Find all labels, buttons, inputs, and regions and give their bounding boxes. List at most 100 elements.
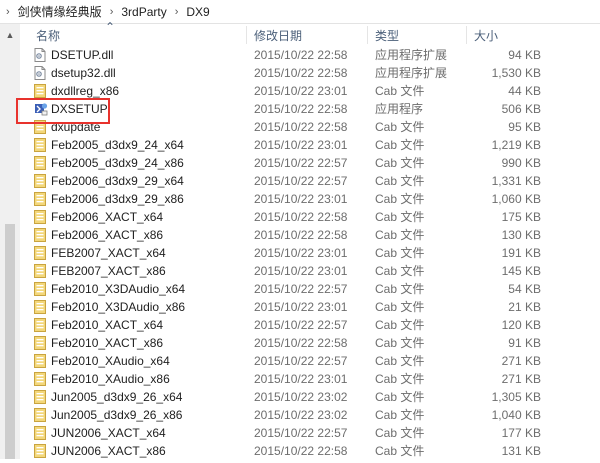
file-name: FEB2007_XACT_x86 bbox=[51, 264, 166, 278]
column-divider[interactable] bbox=[246, 26, 247, 44]
file-size: 1,305 KB bbox=[491, 390, 541, 404]
file-name: Feb2010_X3DAudio_x64 bbox=[51, 282, 186, 296]
cab-file-icon bbox=[34, 300, 46, 314]
cab-file-icon bbox=[34, 228, 46, 242]
file-name: Feb2010_XACT_x86 bbox=[51, 336, 164, 350]
file-modified-date: 2015/10/22 23:01 bbox=[254, 264, 348, 278]
column-header-size[interactable]: 大小 bbox=[474, 27, 498, 44]
file-modified-date: 2015/10/22 22:57 bbox=[254, 156, 348, 170]
breadcrumb-separator-icon: › bbox=[174, 5, 179, 18]
file-modified-date: 2015/10/22 23:02 bbox=[254, 390, 348, 404]
file-row[interactable]: Feb2010_XACT_x86 2015/10/22 22:58 Cab 文件 91… bbox=[20, 334, 600, 352]
file-modified-date: 2015/10/22 23:01 bbox=[254, 300, 348, 314]
file-name: dsetup32.dll bbox=[51, 66, 116, 80]
file-type: Cab 文件 bbox=[375, 372, 425, 386]
column-header-date[interactable]: 修改日期 bbox=[254, 27, 302, 44]
file-size: 145 KB bbox=[501, 264, 541, 278]
file-name: Feb2010_X3DAudio_x86 bbox=[51, 300, 186, 314]
file-type: Cab 文件 bbox=[375, 156, 425, 170]
column-header-type[interactable]: 类型 bbox=[375, 27, 399, 44]
scroll-up-arrow-icon[interactable]: ▲ bbox=[4, 30, 16, 40]
file-row[interactable]: Feb2005_d3dx9_24_x86 2015/10/22 22:57 Cab … bbox=[20, 154, 600, 172]
file-size: 91 KB bbox=[508, 336, 541, 350]
file-row[interactable]: Feb2006_d3dx9_29_x64 2015/10/22 22:57 Cab … bbox=[20, 172, 600, 190]
file-name: Feb2010_XAudio_x86 bbox=[51, 372, 170, 386]
file-name: JUN2006_XACT_x64 bbox=[51, 426, 166, 440]
breadcrumb-item-3rdparty[interactable]: 3rdParty bbox=[121, 5, 166, 19]
file-type: Cab 文件 bbox=[375, 300, 425, 314]
dxsetup-highlight-box bbox=[16, 98, 110, 124]
file-modified-date: 2015/10/22 22:58 bbox=[254, 336, 348, 350]
file-modified-date: 2015/10/22 23:01 bbox=[254, 192, 348, 206]
file-name: Feb2005_d3dx9_24_x64 bbox=[51, 138, 184, 152]
file-type: Cab 文件 bbox=[375, 192, 425, 206]
file-modified-date: 2015/10/22 23:01 bbox=[254, 246, 348, 260]
file-size: 54 KB bbox=[508, 282, 541, 296]
file-type: Cab 文件 bbox=[375, 390, 425, 404]
file-row[interactable]: dsetup32.dll 2015/10/22 22:58 应用程序扩展 1,530 … bbox=[20, 64, 600, 82]
file-size: 1,060 KB bbox=[491, 192, 541, 206]
file-row[interactable]: FEB2007_XACT_x86 2015/10/22 23:01 Cab 文件 14… bbox=[20, 262, 600, 280]
file-row[interactable]: DSETUP.dll 2015/10/22 22:58 应用程序扩展 94 KB bbox=[20, 46, 600, 64]
file-name: Jun2005_d3dx9_26_x64 bbox=[51, 390, 183, 404]
file-row[interactable]: Feb2005_d3dx9_24_x64 2015/10/22 23:01 Cab … bbox=[20, 136, 600, 154]
file-row[interactable]: JUN2006_XACT_x64 2015/10/22 22:57 Cab 文件 17… bbox=[20, 424, 600, 442]
file-row[interactable]: Feb2006_d3dx9_29_x86 2015/10/22 23:01 Cab … bbox=[20, 190, 600, 208]
file-type: Cab 文件 bbox=[375, 120, 425, 134]
file-row[interactable]: JUN2006_XACT_x86 2015/10/22 22:58 Cab 文件 13… bbox=[20, 442, 600, 460]
cab-file-icon bbox=[34, 372, 46, 386]
file-type: Cab 文件 bbox=[375, 138, 425, 152]
file-type: Cab 文件 bbox=[375, 426, 425, 440]
cab-file-icon bbox=[34, 246, 46, 260]
nav-pane-scrollbar[interactable]: ▲ bbox=[0, 24, 20, 459]
file-modified-date: 2015/10/22 22:58 bbox=[254, 444, 348, 458]
file-row[interactable]: Feb2010_XACT_x64 2015/10/22 22:57 Cab 文件 12… bbox=[20, 316, 600, 334]
file-modified-date: 2015/10/22 22:57 bbox=[254, 282, 348, 296]
file-modified-date: 2015/10/22 23:02 bbox=[254, 408, 348, 422]
file-row[interactable]: Jun2005_d3dx9_26_x64 2015/10/22 23:02 Cab … bbox=[20, 388, 600, 406]
file-modified-date: 2015/10/22 22:58 bbox=[254, 48, 348, 62]
file-type: 应用程序 bbox=[375, 102, 424, 116]
file-size: 130 KB bbox=[501, 228, 541, 242]
file-size: 44 KB bbox=[508, 84, 541, 98]
file-size: 175 KB bbox=[501, 210, 541, 224]
cab-file-icon bbox=[34, 138, 46, 152]
file-row[interactable]: Feb2010_XAudio_x64 2015/10/22 22:57 Cab 文件… bbox=[20, 352, 600, 370]
breadcrumb-item-jxqy[interactable]: 剑侠情缘经典版 bbox=[18, 3, 102, 20]
file-modified-date: 2015/10/22 22:58 bbox=[254, 120, 348, 134]
file-size: 271 KB bbox=[501, 372, 541, 386]
file-name: Feb2006_d3dx9_29_x86 bbox=[51, 192, 184, 206]
breadcrumb-separator-icon: › bbox=[6, 5, 10, 18]
file-row[interactable]: Feb2006_XACT_x86 2015/10/22 22:58 Cab 文件 13… bbox=[20, 226, 600, 244]
file-modified-date: 2015/10/22 23:01 bbox=[254, 138, 348, 152]
file-row[interactable]: Feb2006_XACT_x64 2015/10/22 22:58 Cab 文件 17… bbox=[20, 208, 600, 226]
file-type: 应用程序扩展 bbox=[375, 66, 448, 80]
cab-file-icon bbox=[34, 408, 46, 422]
file-row[interactable]: Jun2005_d3dx9_26_x86 2015/10/22 23:02 Cab … bbox=[20, 406, 600, 424]
file-modified-date: 2015/10/22 22:57 bbox=[254, 354, 348, 368]
file-name: DSETUP.dll bbox=[51, 48, 114, 62]
file-row[interactable]: Feb2010_X3DAudio_x64 2015/10/22 22:57 Cab … bbox=[20, 280, 600, 298]
file-row[interactable]: FEB2007_XACT_x64 2015/10/22 23:01 Cab 文件 19… bbox=[20, 244, 600, 262]
file-modified-date: 2015/10/22 22:58 bbox=[254, 210, 348, 224]
breadcrumb-item-dx9[interactable]: DX9 bbox=[186, 5, 209, 19]
file-modified-date: 2015/10/22 22:57 bbox=[254, 318, 348, 332]
file-type: Cab 文件 bbox=[375, 354, 425, 368]
column-header-name[interactable]: 名称 bbox=[36, 27, 60, 44]
file-type: Cab 文件 bbox=[375, 174, 425, 188]
file-type: Cab 文件 bbox=[375, 282, 425, 296]
cab-file-icon bbox=[34, 282, 46, 296]
file-modified-date: 2015/10/22 22:57 bbox=[254, 426, 348, 440]
file-size: 177 KB bbox=[501, 426, 541, 440]
file-size: 271 KB bbox=[501, 354, 541, 368]
breadcrumb: › 剑侠情缘经典版 › 3rdParty › DX9 bbox=[0, 0, 600, 24]
file-type: Cab 文件 bbox=[375, 210, 425, 224]
file-name: Feb2006_XACT_x86 bbox=[51, 228, 164, 242]
file-modified-date: 2015/10/22 22:58 bbox=[254, 228, 348, 242]
breadcrumb-separator-icon: › bbox=[109, 5, 114, 18]
column-divider[interactable] bbox=[367, 26, 368, 44]
scrollbar-thumb[interactable] bbox=[5, 224, 15, 459]
file-row[interactable]: Feb2010_X3DAudio_x86 2015/10/22 23:01 Cab … bbox=[20, 298, 600, 316]
file-row[interactable]: Feb2010_XAudio_x86 2015/10/22 23:01 Cab 文件… bbox=[20, 370, 600, 388]
column-divider[interactable] bbox=[466, 26, 467, 44]
